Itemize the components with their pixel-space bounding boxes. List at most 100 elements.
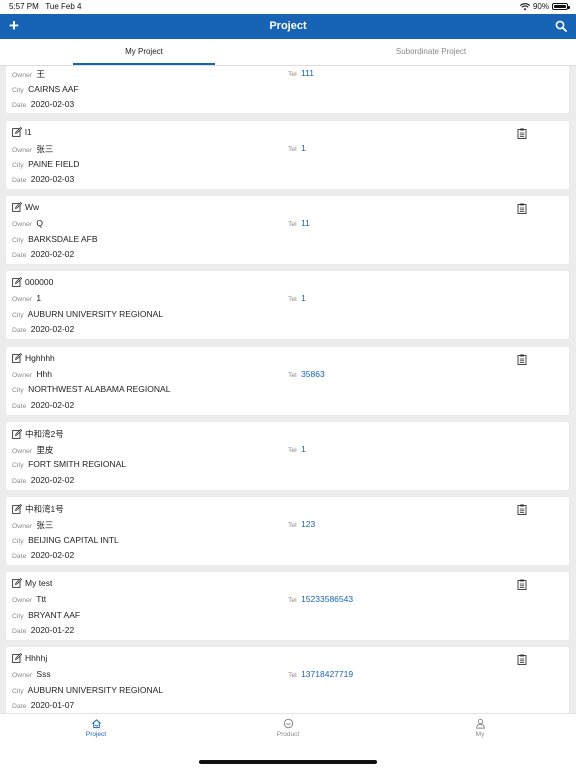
tel-value[interactable]: 123 bbox=[301, 519, 315, 529]
tel-label: Tel bbox=[288, 522, 297, 529]
tel-label: Tel bbox=[288, 296, 297, 304]
city-label: City bbox=[12, 311, 24, 319]
tel-value[interactable]: 1 bbox=[301, 143, 306, 153]
date-value: 2020-02-02 bbox=[30, 324, 75, 335]
project-card[interactable]: Owner 王 Tel 111 City CAIRNS AAF Date 2020-0… bbox=[6, 66, 569, 113]
date-row: Date 2020-02-02 bbox=[12, 324, 74, 334]
clipboard-icon[interactable] bbox=[517, 577, 527, 591]
project-name: l1 bbox=[25, 127, 32, 137]
city-label: City bbox=[12, 462, 24, 470]
project-name: Hhhhj bbox=[25, 653, 48, 664]
status-time: 5:57 PM bbox=[9, 2, 39, 11]
date-value: 2020-02-02 bbox=[30, 550, 75, 560]
owner-label: Owner bbox=[12, 72, 33, 79]
tel-value[interactable]: 1 bbox=[301, 293, 306, 303]
city-row: City AUBURN UNIVERSITY REGIONAL bbox=[12, 309, 163, 319]
project-name: Ww bbox=[25, 202, 40, 213]
bottom-tab-product[interactable]: Product bbox=[258, 718, 318, 738]
project-name: My test bbox=[25, 578, 53, 589]
owner-label: Owner bbox=[12, 147, 33, 154]
nav-bar: + Project bbox=[0, 14, 576, 39]
project-card[interactable]: Ww Owner Q Tel 11 City BARKSDALE AFB Date 20… bbox=[6, 196, 569, 265]
status-date: Tue Feb 4 bbox=[45, 2, 82, 11]
owner-label: Owner bbox=[12, 296, 33, 304]
date-row: Date 2020-02-02 bbox=[12, 400, 74, 410]
date-label: Date bbox=[12, 327, 27, 335]
tel-value[interactable]: 15233586543 bbox=[301, 594, 353, 604]
bottom-tab-my[interactable]: My bbox=[450, 718, 510, 738]
status-right: 90% bbox=[519, 2, 570, 11]
tel-value[interactable]: 1 bbox=[301, 444, 306, 454]
tel-value[interactable]: 35863 bbox=[301, 369, 325, 379]
edit-icon bbox=[12, 504, 22, 514]
owner-label: Owner bbox=[12, 523, 33, 530]
project-title-row: 中和湾1号 bbox=[12, 503, 64, 515]
clipboard-icon[interactable] bbox=[517, 502, 527, 515]
owner-label: Owner bbox=[12, 597, 33, 605]
city-row: City BEIJING CAPITAL INTL bbox=[12, 535, 119, 545]
city-value: PAINE FIELD bbox=[28, 158, 80, 169]
owner-value: Sss bbox=[36, 669, 51, 680]
tel-row: Tel 1 bbox=[288, 293, 306, 303]
project-card[interactable]: 中和湾1号 Owner 张三 Tel 123 City BEIJING CAPITAL… bbox=[6, 497, 569, 565]
project-card[interactable]: Hghhhh Owner Hhh Tel 35863 City NORTHWEST A… bbox=[6, 346, 569, 415]
edit-icon bbox=[12, 653, 22, 664]
tab-subordinate-project[interactable]: Subordinate Project bbox=[360, 39, 502, 65]
project-card[interactable]: Hhhhj Owner Sss Tel 13718427719 City AUBURN… bbox=[6, 647, 569, 713]
home-icon bbox=[91, 719, 101, 729]
battery-icon bbox=[552, 3, 570, 10]
city-label: City bbox=[12, 236, 24, 244]
search-icon[interactable] bbox=[555, 20, 567, 32]
city-value: BRYANT AAF bbox=[28, 609, 81, 620]
date-row: Date 2020-02-02 bbox=[12, 475, 74, 485]
project-name: 中和湾2号 bbox=[25, 428, 64, 439]
status-time-date: 5:57 PM Tue Feb 4 bbox=[9, 2, 82, 11]
tel-value[interactable]: 13718427719 bbox=[301, 669, 353, 679]
clipboard-icon[interactable] bbox=[517, 201, 527, 215]
project-title-row: Hhhhj bbox=[12, 653, 47, 663]
city-label: City bbox=[12, 687, 24, 695]
date-label: Date bbox=[12, 102, 27, 109]
owner-label: Owner bbox=[12, 447, 33, 455]
date-label: Date bbox=[12, 628, 27, 636]
tel-value[interactable]: 111 bbox=[301, 68, 314, 78]
clipboard-icon[interactable] bbox=[517, 652, 527, 666]
city-value: CAIRNS AAF bbox=[28, 83, 79, 94]
owner-row: Owner 1 bbox=[12, 293, 41, 303]
tel-row: Tel 13718427719 bbox=[288, 669, 353, 679]
city-label: City bbox=[12, 387, 24, 395]
edit-icon bbox=[12, 202, 22, 213]
project-card[interactable]: l1 Owner 张三 Tel 1 City PAINE FIELD Date 2020… bbox=[6, 121, 569, 189]
tel-value[interactable]: 11 bbox=[301, 218, 310, 228]
project-card[interactable]: 000000 Owner 1 Tel 1 City AUBURN UNIVERSITY… bbox=[6, 271, 569, 340]
date-row: Date 2020-02-03 bbox=[12, 99, 74, 109]
tel-label: Tel bbox=[288, 221, 297, 229]
date-value: 2020-02-02 bbox=[30, 474, 75, 485]
owner-value: 王 bbox=[36, 69, 45, 79]
tel-label: Tel bbox=[288, 597, 297, 605]
clipboard-icon[interactable] bbox=[517, 126, 527, 139]
person-icon bbox=[475, 718, 485, 729]
bottom-tab-my-label: My bbox=[475, 731, 485, 738]
city-row: City FORT SMITH REGIONAL bbox=[12, 459, 126, 469]
tel-label: Tel bbox=[288, 446, 297, 454]
city-value: AUBURN UNIVERSITY REGIONAL bbox=[27, 684, 164, 695]
date-row: Date 2020-01-07 bbox=[12, 700, 74, 710]
project-card[interactable]: 中和湾2号 Owner 里皮 Tel 1 City FORT SMITH REGION… bbox=[6, 421, 569, 490]
wifi-icon bbox=[519, 2, 530, 10]
date-value: 2020-02-03 bbox=[30, 99, 75, 109]
city-row: City AUBURN UNIVERSITY REGIONAL bbox=[12, 685, 163, 695]
date-value: 2020-02-02 bbox=[30, 399, 75, 410]
date-label: Date bbox=[12, 553, 27, 560]
date-value: 2020-01-07 bbox=[30, 700, 75, 711]
owner-value: 里皮 bbox=[36, 444, 54, 455]
tab-my-project[interactable]: My Project bbox=[73, 39, 215, 65]
bottom-tab-project[interactable]: Project bbox=[66, 718, 126, 738]
owner-label: Owner bbox=[12, 371, 33, 379]
tel-row: Tel 15233586543 bbox=[288, 594, 353, 604]
city-label: City bbox=[12, 612, 24, 620]
tel-row: Tel 123 bbox=[288, 519, 315, 529]
project-list[interactable]: Owner 王 Tel 111 City CAIRNS AAF Date 2020-0… bbox=[0, 66, 576, 713]
clipboard-icon[interactable] bbox=[517, 352, 527, 365]
project-card[interactable]: My test Owner Ttt Tel 15233586543 City BRYA… bbox=[6, 572, 569, 641]
